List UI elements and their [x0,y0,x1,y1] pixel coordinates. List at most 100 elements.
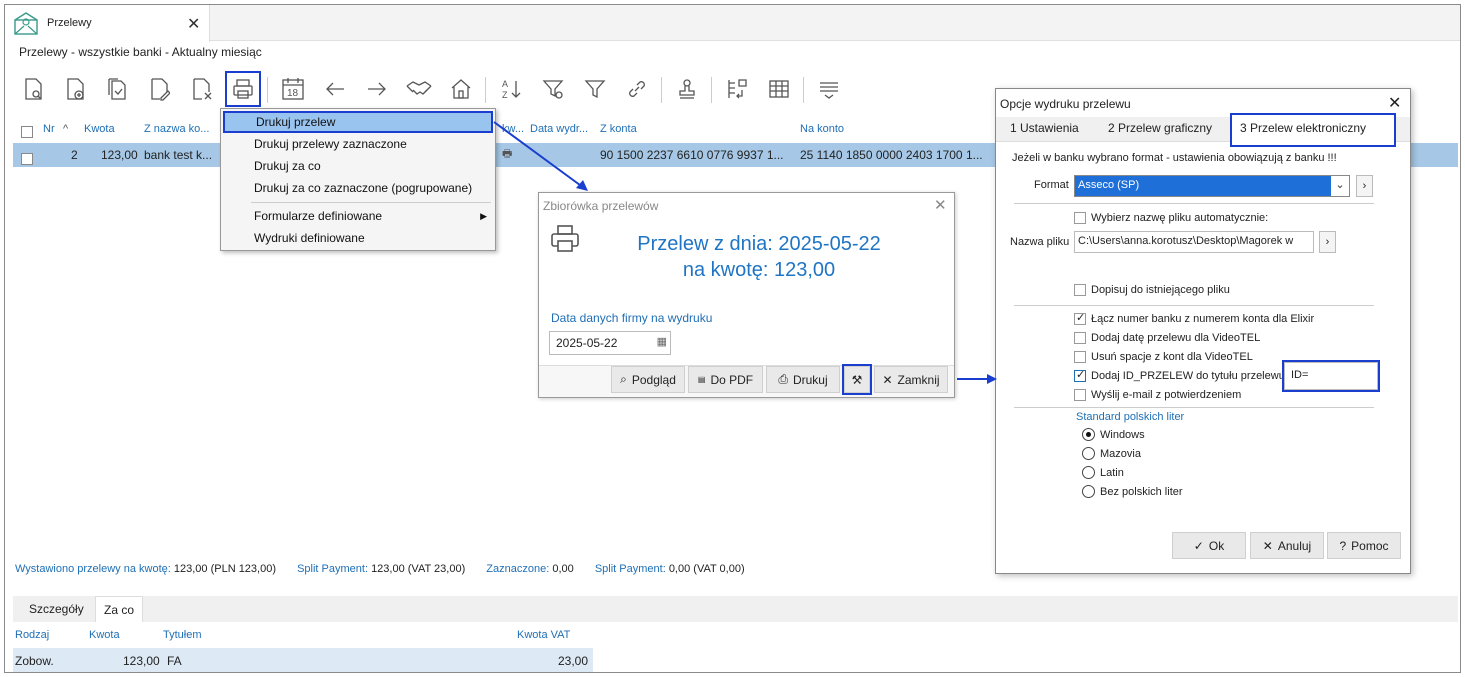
main-toolbar: 18 AZ [15,71,845,109]
button-label: Zamknij [897,372,940,387]
col-nr[interactable]: Nr [43,123,55,135]
id-prefix-field[interactable]: ID= [1282,360,1380,392]
calendar-icon[interactable]: 18 [277,73,309,105]
submenu-arrow-icon: ▶ [480,211,487,221]
sort-asc-icon: ^ [63,123,69,135]
dialog-title: Opcje wydruku przelewu [1000,97,1131,111]
status-split2-value: 0,00 (VAT 0,00) [668,563,745,575]
link-icon[interactable] [621,73,653,105]
email-checkbox[interactable]: Wyślij e-mail z potwierdzeniem [1074,389,1241,401]
radio-label: Bez polskich liter [1100,485,1183,498]
chevron-down-icon[interactable]: ⌄ [1331,176,1349,196]
settings-tools-button[interactable]: ⚒ [842,364,872,395]
menu-item-wydruki[interactable]: Wydruki definiowane [221,227,495,249]
sort-az-icon[interactable]: AZ [495,73,527,105]
menu-item-drukuj-za-co-zaznaczone[interactable]: Drukuj za co zaznaczone (pogrupowane) [221,177,495,199]
close-icon: ✕ [1262,538,1273,553]
elixir-checkbox[interactable]: Łącz numer banku z numerem konta dla Eli… [1074,311,1315,325]
radio-windows[interactable]: Windows [1082,428,1145,441]
radio-bez-polskich[interactable]: Bez polskich liter [1082,485,1183,498]
col-rodzaj[interactable]: Rodzaj [15,629,49,641]
status-wystawiono-label: Wystawiono przelewy na kwotę: [15,563,171,575]
close-icon[interactable]: ✕ [934,196,947,214]
preview-document-icon[interactable] [17,73,49,105]
format-select[interactable]: Asseco (SP) ⌄ [1074,175,1350,197]
row-nr: 2 [71,148,78,162]
transfer-date-line: Przelew z dnia: 2025-05-22 [637,233,881,255]
close-tab-icon[interactable]: ✕ [187,14,200,34]
option-label: Łącz numer banku z numerem konta dla Eli… [1091,313,1315,325]
menu-item-formularze[interactable]: Formularze definiowane ▶ [221,205,495,227]
menu-lines-icon[interactable] [813,73,845,105]
col-b-kwota[interactable]: Kwota [89,629,120,641]
col-kwota-vat[interactable]: Kwota VAT [517,629,570,641]
row-na-konto: 25 1140 1850 0000 2403 1700 1... [800,148,983,162]
tab-przelew-elektroniczny[interactable]: 3 Przelew elektroniczny [1230,113,1396,147]
status-bar: Wystawiono przelewy na kwotę: 123,00 (PL… [15,563,745,575]
menu-item-drukuj-zaznaczone[interactable]: Drukuj przelewy zaznaczone [221,133,495,155]
radio-mazovia[interactable]: Mazovia [1082,447,1141,460]
help-icon: ? [1339,538,1347,553]
close-icon[interactable]: ✕ [1388,93,1401,113]
printer-small-icon: ⎙ [778,372,788,386]
ok-button[interactable]: ✓ Ok [1172,532,1246,559]
copy-document-icon[interactable] [101,73,133,105]
menu-label: Drukuj za co [254,159,321,173]
preview-button[interactable]: ⌕ Podgląd [611,366,685,393]
handshake-icon[interactable] [403,73,435,105]
col-z-konta[interactable]: Z konta [600,123,637,135]
auto-name-checkbox[interactable]: Wybierz nazwę pliku automatycznie: [1074,212,1268,224]
pdf-button[interactable]: ▤ Do PDF [688,366,763,393]
file-browse-button[interactable]: › [1319,231,1336,253]
list-item[interactable]: Zobow. 123,00 FA 23,00 [13,648,593,672]
menu-item-drukuj-za-co[interactable]: Drukuj za co [221,155,495,177]
option-label: Wyślij e-mail z potwierdzeniem [1091,389,1242,401]
date-field[interactable]: 2025-05-22 ▦ [549,331,671,355]
radio-latin[interactable]: Latin [1082,466,1124,479]
arrow-right-icon[interactable] [361,73,393,105]
document-tab[interactable]: Przelewy ✕ [5,5,210,42]
format-more-button[interactable]: › [1356,175,1373,197]
delete-document-icon[interactable] [185,73,217,105]
col-data-wydr[interactable]: Data wydr... [530,123,588,135]
col-tytulem[interactable]: Tytułem [163,629,202,641]
printer-icon [549,223,581,258]
radio-label: Mazovia [1100,447,1141,460]
button-label: Anuluj [1277,538,1312,553]
file-name-field[interactable]: C:\Users\anna.korotusz\Desktop\Magorek w [1074,231,1314,253]
filter-settings-icon[interactable] [537,73,569,105]
videotel-spaces-checkbox[interactable]: Usuń spacje z kont dla VideoTEL [1074,351,1253,363]
edit-document-icon[interactable] [143,73,175,105]
button-label: Pomoc [1351,538,1389,553]
col-na-konto[interactable]: Na konto [800,123,844,135]
videotel-date-checkbox[interactable]: Dodaj datę przelewu dla VideoTEL [1074,332,1260,344]
tab-ustawienia[interactable]: 1 Ustawienia [1010,121,1079,135]
tab-przelew-graficzny[interactable]: 2 Przelew graficzny [1108,121,1212,135]
print-icon[interactable] [225,71,261,107]
tab-za-co[interactable]: Za co [95,596,144,622]
id-przelew-checkbox[interactable]: Dodaj ID_PRZELEW do tytułu przelewu [1074,368,1285,382]
append-checkbox[interactable]: Dopisuj do istniejącego pliku [1074,284,1230,296]
button-label: Do PDF [710,372,754,387]
help-button[interactable]: ? Pomoc [1327,532,1401,559]
col-ekw[interactable]: kw... [502,123,524,135]
row-z-nazwa: bank test k... [144,148,213,162]
arrow-left-icon[interactable] [319,73,351,105]
cancel-button[interactable]: ✕ Anuluj [1250,532,1324,559]
grid-icon[interactable] [763,73,795,105]
calendar-picker-icon[interactable]: ▦ [657,335,667,348]
status-zazn-label: Zaznaczone: [486,563,550,575]
columns-icon[interactable] [721,73,753,105]
col-kwota[interactable]: Kwota [84,123,115,135]
add-document-icon[interactable] [59,73,91,105]
row-b-kwota: 123,00 [123,654,160,668]
menu-item-drukuj-przelew[interactable]: Drukuj przelew [223,111,493,133]
pdf-icon: ▤ [697,375,706,384]
filter-icon[interactable] [579,73,611,105]
close-button[interactable]: ✕ Zamknij [874,366,948,393]
stamp-icon[interactable] [671,73,703,105]
tab-szczegoly[interactable]: Szczegóły [21,596,92,622]
col-z-nazwa[interactable]: Z nazwa ko... [144,123,209,135]
print-button[interactable]: ⎙ Drukuj [766,366,840,393]
home-bank-icon[interactable] [445,73,477,105]
